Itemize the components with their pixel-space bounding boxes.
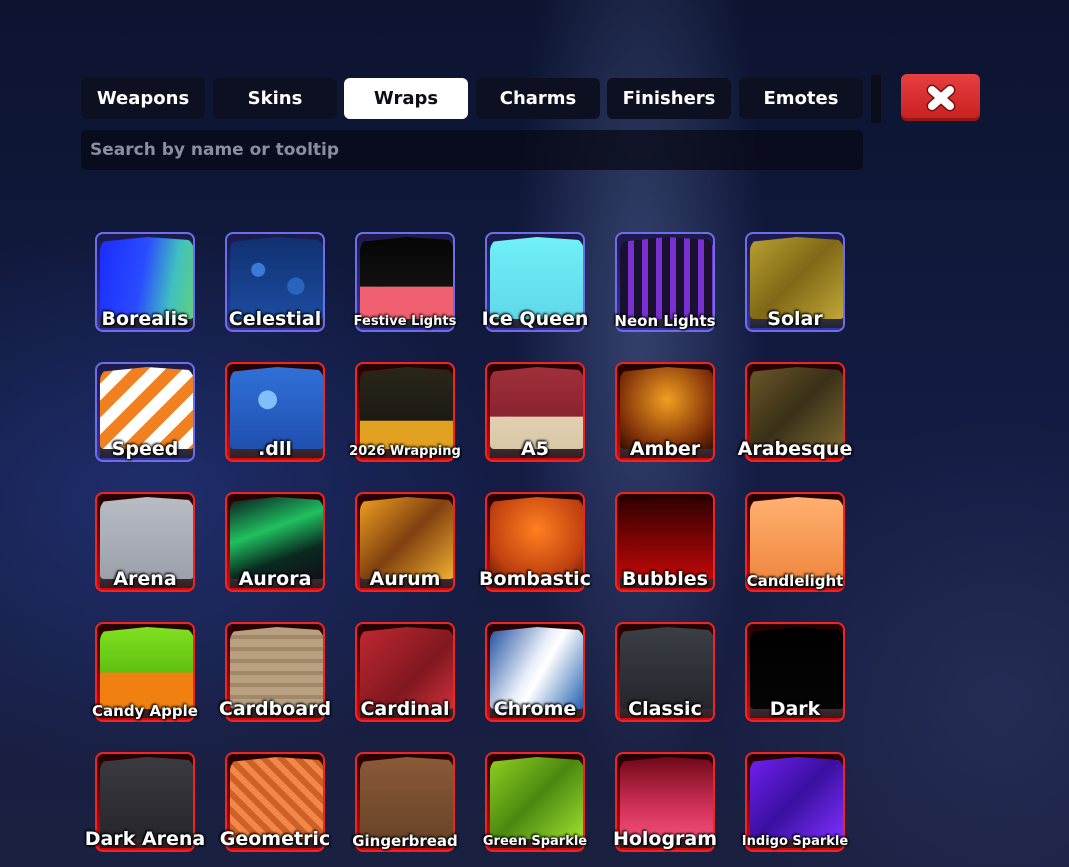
wrap-name: Indigo Sparkle: [741, 834, 849, 849]
wrap-preview: [750, 497, 843, 579]
wrap-item[interactable]: Bubbles: [615, 492, 715, 592]
wrap-preview: [490, 497, 583, 579]
wrap-item[interactable]: Bombastic: [479, 492, 591, 592]
wrap-preview: [360, 237, 453, 319]
wrap-preview: [230, 627, 323, 709]
wrap-preview: [620, 237, 713, 319]
wrap-item[interactable]: Green Sparkle: [483, 752, 587, 852]
wrap-preview: [750, 367, 843, 449]
wrap-item[interactable]: Gingerbread: [352, 752, 458, 852]
search-input[interactable]: [81, 130, 863, 170]
wrap-name: Dark: [769, 698, 821, 720]
wrap-preview: [750, 627, 843, 709]
wrap-item[interactable]: Dark: [745, 622, 845, 722]
wrap-item[interactable]: Borealis: [95, 232, 195, 332]
wrap-preview: [360, 367, 453, 449]
wrap-preview: [620, 497, 713, 579]
close-button[interactable]: [901, 74, 980, 121]
wrap-item[interactable]: Cardinal: [355, 622, 455, 722]
close-x-icon: [926, 84, 955, 111]
wrap-preview: [230, 497, 323, 579]
wrap-item[interactable]: Indigo Sparkle: [742, 752, 848, 852]
wrap-item[interactable]: Amber: [615, 362, 715, 462]
wrap-item[interactable]: Neon Lights: [614, 232, 716, 332]
wrap-preview: [230, 757, 323, 839]
wrap-preview: [100, 627, 193, 709]
wrap-preview: [360, 497, 453, 579]
tab-finishers[interactable]: Finishers: [607, 78, 731, 119]
wrap-item[interactable]: Festive Lights: [354, 232, 456, 332]
wrap-item[interactable]: Celestial: [225, 232, 325, 332]
wrap-item[interactable]: Arena: [95, 492, 195, 592]
wrap-preview: [100, 237, 193, 319]
wrap-preview: [750, 237, 843, 319]
wrap-item[interactable]: Candy Apple: [92, 622, 198, 722]
wrap-preview: [360, 757, 453, 839]
wrap-preview: [620, 627, 713, 709]
wrap-item[interactable]: Arabesque: [738, 362, 852, 462]
wrap-preview: [490, 757, 583, 839]
wrap-item[interactable]: Ice Queen: [482, 232, 588, 332]
wrap-preview: [620, 757, 713, 839]
wrap-name: Arabesque: [737, 438, 853, 460]
wrap-name: Candlelight: [746, 572, 844, 590]
wrap-item[interactable]: 2026 Wrapping: [349, 362, 461, 462]
wrap-preview: [100, 367, 193, 449]
wrap-item[interactable]: A5: [485, 362, 585, 462]
wrap-item[interactable]: Classic: [615, 622, 715, 722]
wrap-preview: [100, 757, 193, 839]
wrap-preview: [490, 237, 583, 319]
wrap-preview: [100, 497, 193, 579]
wrap-preview: [490, 367, 583, 449]
wrap-preview: [750, 757, 843, 839]
wrap-item[interactable]: Chrome: [485, 622, 585, 722]
tab-charms[interactable]: Charms: [476, 78, 600, 119]
wrap-item[interactable]: Geometric: [220, 752, 330, 852]
tab-emotes[interactable]: Emotes: [739, 78, 863, 119]
tab-skins[interactable]: Skins: [213, 78, 337, 119]
wrap-item[interactable]: Aurum: [355, 492, 455, 592]
wrap-name: Solar: [767, 308, 823, 330]
tab-weapons[interactable]: Weapons: [81, 78, 205, 119]
wrap-item[interactable]: Speed: [95, 362, 195, 462]
tab-divider: [871, 75, 881, 123]
tab-wraps[interactable]: Wraps: [344, 78, 468, 119]
wrap-item[interactable]: Cardboard: [219, 622, 331, 722]
wrap-preview: [230, 367, 323, 449]
wrap-item[interactable]: Dark Arena: [85, 752, 205, 852]
wrap-item[interactable]: Aurora: [225, 492, 325, 592]
wrap-item[interactable]: Solar: [745, 232, 845, 332]
wrap-preview: [490, 627, 583, 709]
wrap-item[interactable]: Candlelight: [745, 492, 845, 592]
wrap-item[interactable]: Hologram: [613, 752, 717, 852]
wrap-preview: [620, 367, 713, 449]
wrap-item[interactable]: .dll: [225, 362, 325, 462]
wrap-preview: [230, 237, 323, 319]
wrap-preview: [360, 627, 453, 709]
